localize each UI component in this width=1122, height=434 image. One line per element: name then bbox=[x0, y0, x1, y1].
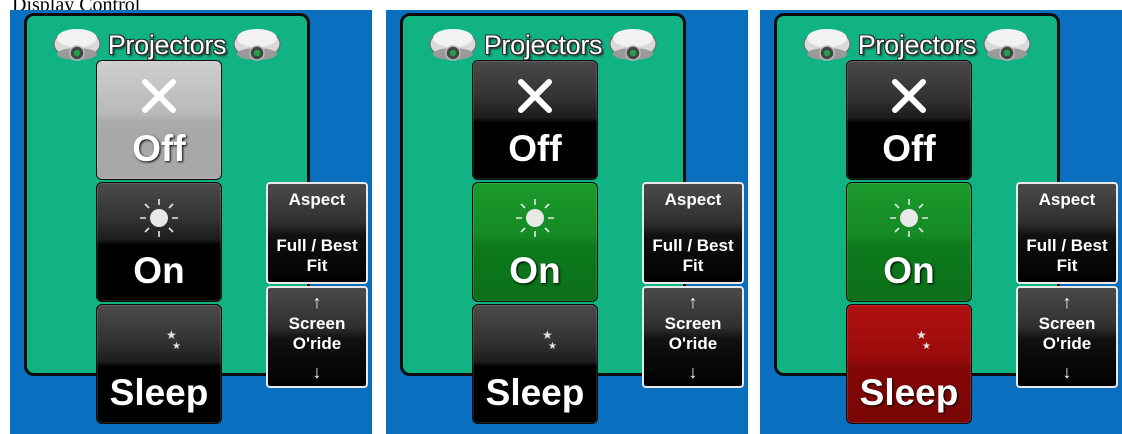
off-label: Off bbox=[882, 128, 936, 169]
sun-icon bbox=[473, 195, 597, 241]
sun-icon bbox=[847, 195, 971, 241]
screen-override-label: Screen O'ride bbox=[288, 314, 346, 353]
screen-override-button[interactable]: ↑ Screen O'ride ↓ bbox=[266, 286, 368, 388]
on-button[interactable]: On bbox=[472, 182, 598, 302]
off-button[interactable]: Off bbox=[846, 60, 972, 180]
sleep-label: Sleep bbox=[109, 372, 209, 413]
svg-text:★: ★ bbox=[916, 328, 927, 342]
screen-override-label: Screen O'ride bbox=[1038, 314, 1096, 353]
on-label: On bbox=[509, 250, 561, 291]
screen-override-button[interactable]: ↑ Screen O'ride ↓ bbox=[1016, 286, 1118, 388]
sleep-label: Sleep bbox=[859, 372, 959, 413]
arrow-down-icon: ↓ bbox=[312, 362, 322, 382]
sun-icon bbox=[97, 195, 221, 241]
arrow-up-icon: ↑ bbox=[688, 292, 698, 312]
sleep-button[interactable]: ★ ★ Sleep bbox=[96, 304, 222, 424]
sleep-button[interactable]: ★ ★ Sleep bbox=[846, 304, 972, 424]
screen-override-button[interactable]: ↑ Screen O'ride ↓ bbox=[642, 286, 744, 388]
projector-icon bbox=[429, 29, 477, 61]
aspect-value: Full / Best Fit bbox=[276, 236, 358, 275]
projector-panel-2: Projectors Off On ★ ★ Sleep Aspect Full … bbox=[386, 10, 748, 434]
sleep-button[interactable]: ★ ★ Sleep bbox=[472, 304, 598, 424]
aspect-button[interactable]: Aspect Full / Best Fit bbox=[1016, 182, 1118, 284]
close-x-icon bbox=[847, 73, 971, 119]
group-title-text: Projectors bbox=[857, 29, 977, 60]
sleep-label: Sleep bbox=[485, 372, 585, 413]
off-button[interactable]: Off bbox=[472, 60, 598, 180]
arrow-down-icon: ↓ bbox=[1062, 362, 1072, 382]
svg-text:★: ★ bbox=[548, 341, 557, 352]
aspect-button[interactable]: Aspect Full / Best Fit bbox=[642, 182, 744, 284]
aspect-button[interactable]: Aspect Full / Best Fit bbox=[266, 182, 368, 284]
svg-text:★: ★ bbox=[172, 341, 181, 352]
off-button[interactable]: Off bbox=[96, 60, 222, 180]
projector-icon bbox=[803, 29, 851, 61]
aspect-title: Aspect bbox=[1038, 190, 1096, 209]
aspect-value: Full / Best Fit bbox=[1026, 236, 1108, 275]
close-x-icon bbox=[97, 73, 221, 119]
projector-icon bbox=[983, 29, 1031, 61]
on-label: On bbox=[883, 250, 935, 291]
arrow-up-icon: ↑ bbox=[312, 292, 322, 312]
svg-text:★: ★ bbox=[166, 328, 177, 342]
moon-stars-icon: ★ ★ bbox=[97, 317, 221, 363]
arrow-down-icon: ↓ bbox=[688, 362, 698, 382]
projector-icon bbox=[609, 29, 657, 61]
projector-icon bbox=[53, 29, 101, 61]
projector-panel-3: Projectors Off On ★ ★ Sleep Aspect Full … bbox=[760, 10, 1122, 434]
on-label: On bbox=[133, 250, 185, 291]
group-title-text: Projectors bbox=[107, 29, 227, 60]
arrow-up-icon: ↑ bbox=[1062, 292, 1072, 312]
projector-icon bbox=[233, 29, 281, 61]
on-button[interactable]: On bbox=[846, 182, 972, 302]
projector-panel-1: Projectors Off On ★ ★ Sleep Aspect Full … bbox=[10, 10, 372, 434]
aspect-title: Aspect bbox=[664, 190, 722, 209]
svg-text:★: ★ bbox=[542, 328, 553, 342]
aspect-value: Full / Best Fit bbox=[652, 236, 734, 275]
aspect-title: Aspect bbox=[288, 190, 346, 209]
group-title-text: Projectors bbox=[483, 29, 603, 60]
screen-override-label: Screen O'ride bbox=[664, 314, 722, 353]
close-x-icon bbox=[473, 73, 597, 119]
off-label: Off bbox=[508, 128, 562, 169]
moon-stars-icon: ★ ★ bbox=[847, 317, 971, 363]
on-button[interactable]: On bbox=[96, 182, 222, 302]
moon-stars-icon: ★ ★ bbox=[473, 317, 597, 363]
off-label: Off bbox=[132, 128, 186, 169]
svg-text:★: ★ bbox=[922, 341, 931, 352]
